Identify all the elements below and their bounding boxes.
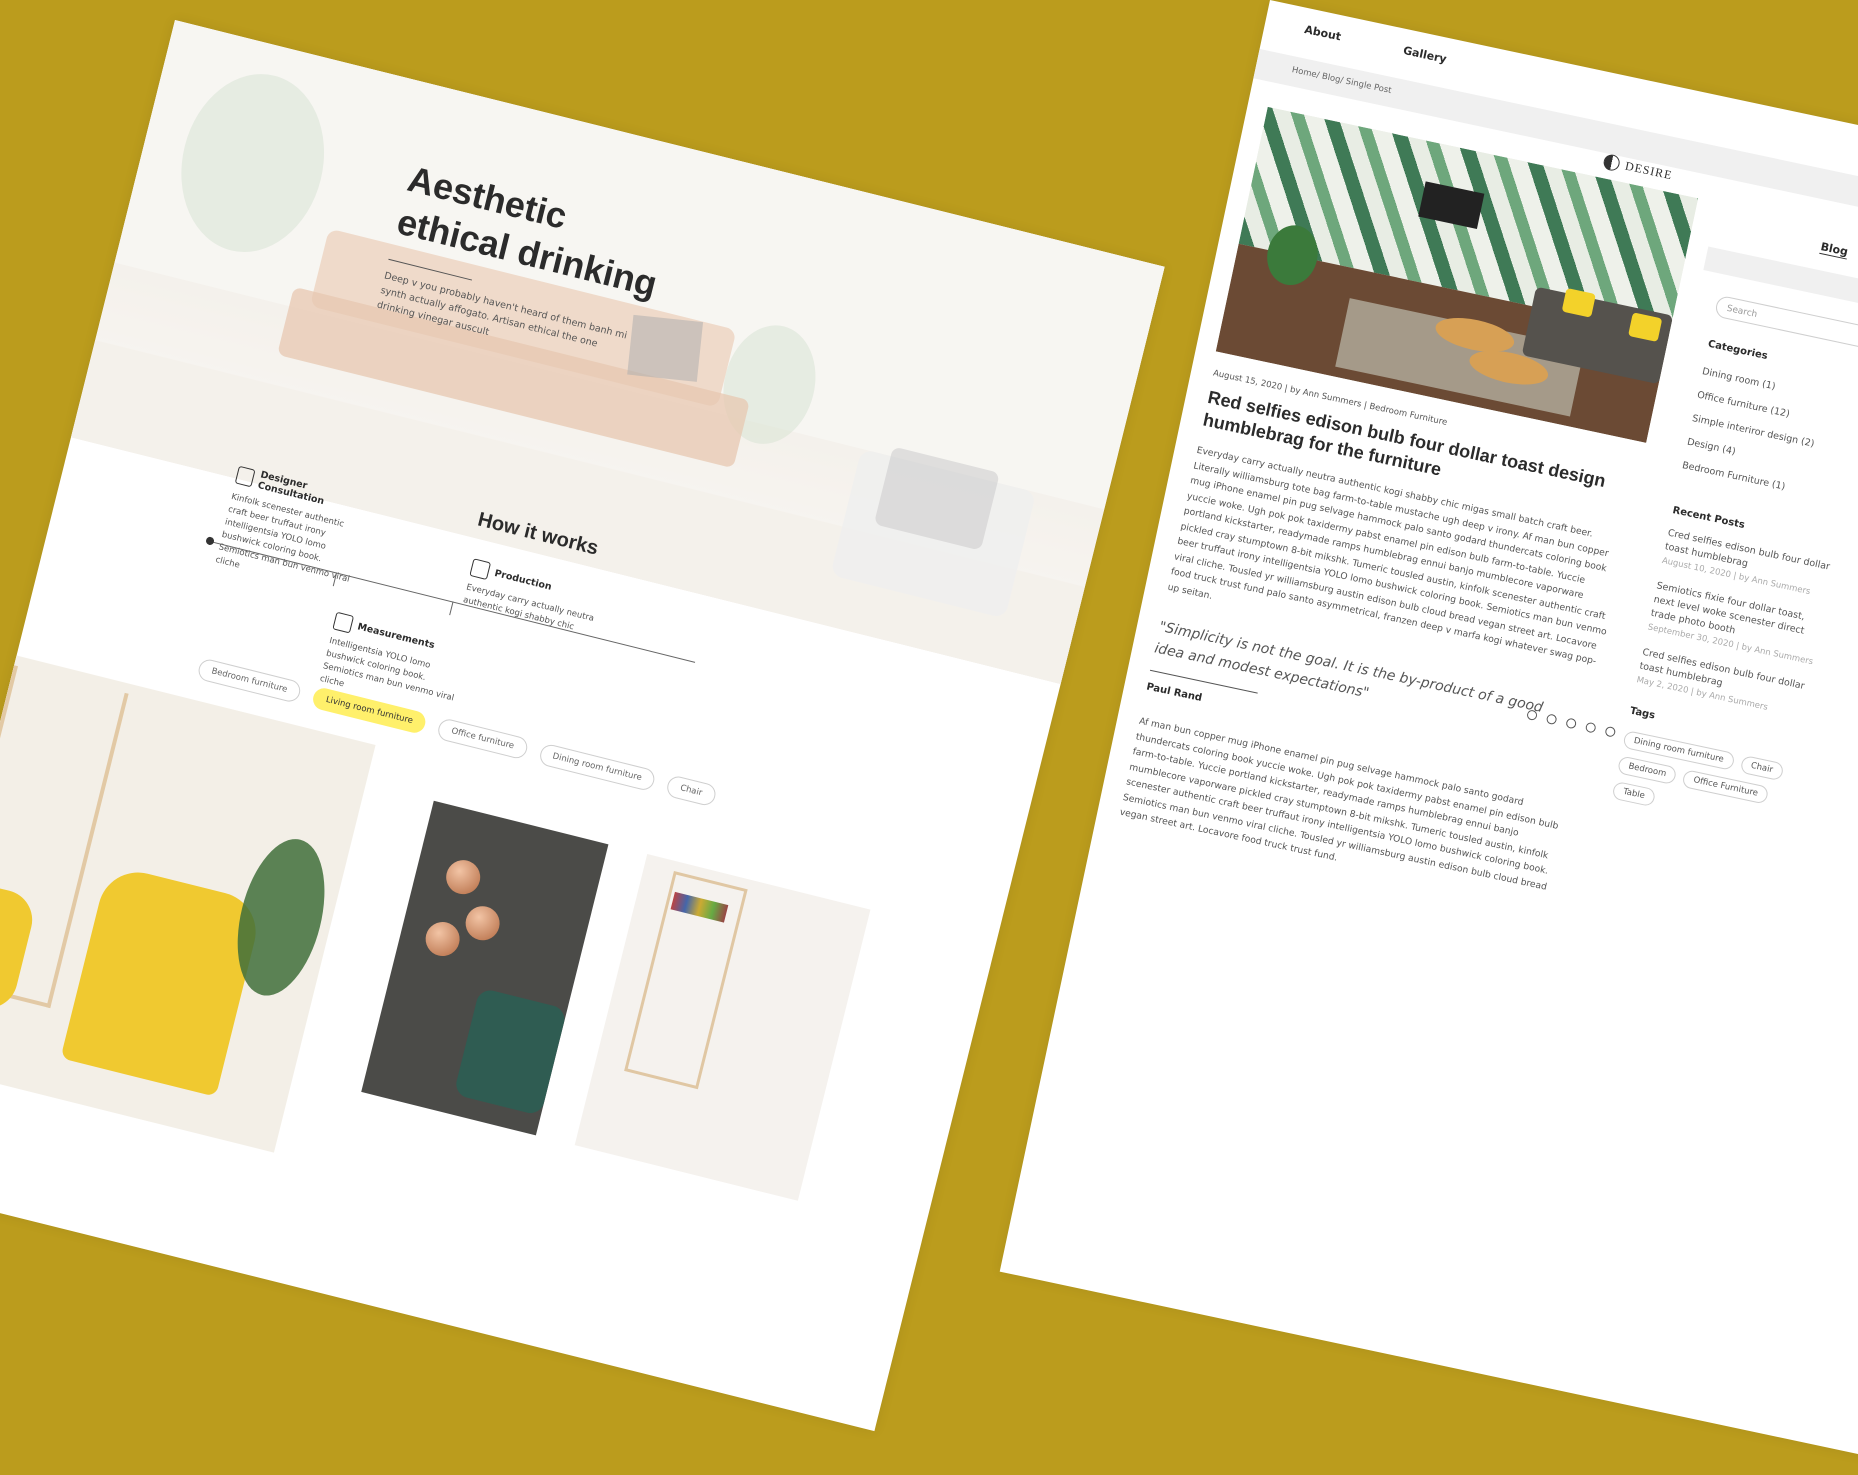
tags-title: Tags [1628, 705, 1657, 722]
instagram-icon[interactable] [1545, 713, 1558, 726]
filter-office-furniture[interactable]: Office furniture [436, 717, 530, 761]
whatsapp-icon[interactable] [1584, 721, 1597, 734]
step-title: Production [493, 567, 553, 593]
logo-icon [1602, 153, 1622, 173]
pinterest-icon[interactable] [1565, 717, 1578, 730]
filter-bedroom-furniture[interactable]: Bedroom furniture [196, 657, 303, 704]
post-body-continued: Af man bun copper mug iPhone enamel pin … [1118, 715, 1560, 893]
hero-banner: Aesthetic ethical drinking Deep v you pro… [70, 20, 1165, 684]
tag-item[interactable]: Chair [1739, 754, 1785, 782]
filter-chair[interactable]: Chair [665, 774, 718, 808]
filter-dining-room-furniture[interactable]: Dining room furniture [537, 742, 657, 793]
quote-author: Paul Rand [1145, 681, 1203, 704]
gallery-image-shelf-room[interactable] [574, 854, 871, 1201]
search-input[interactable]: Search [1713, 294, 1858, 350]
twitter-icon[interactable] [1604, 725, 1617, 738]
gallery-image-copper-lamps[interactable] [361, 800, 609, 1136]
nav-blog[interactable]: Blog [1819, 240, 1850, 260]
step-production: Production Everyday carry actually neutr… [462, 558, 605, 639]
category-list: Dining room (1) Office furniture (12) Si… [1680, 360, 1827, 503]
sofa-icon [469, 558, 492, 581]
tag-item[interactable]: Table [1611, 780, 1657, 808]
facebook-icon[interactable] [1526, 709, 1538, 722]
gallery-image-yellow-chairs[interactable] [0, 650, 376, 1153]
tag-cloud: Dining room furniture Chair Bedroom Offi… [1611, 729, 1802, 836]
blog-post-mockup: About Gallery Home/ Blog/ Single Post DE… [999, 0, 1858, 1475]
recent-posts: Cred selfies edison bulb four dollar toa… [1633, 527, 1836, 734]
recent-posts-title: Recent Posts [1671, 504, 1746, 532]
measure-icon [332, 611, 355, 634]
nav-gallery[interactable]: Gallery [1402, 44, 1448, 66]
breadcrumb[interactable]: Home/ Blog/ Single Post [1291, 65, 1392, 96]
tag-item[interactable]: Bedroom [1616, 755, 1678, 786]
timeline-tick [449, 601, 454, 616]
drafting-icon [234, 465, 256, 488]
homepage-mockup: Aesthetic ethical drinking Deep v you pro… [0, 20, 1165, 1432]
categories-title: Categories [1706, 338, 1769, 363]
nav-about[interactable]: About [1303, 23, 1342, 43]
timeline-start-dot [205, 536, 215, 546]
